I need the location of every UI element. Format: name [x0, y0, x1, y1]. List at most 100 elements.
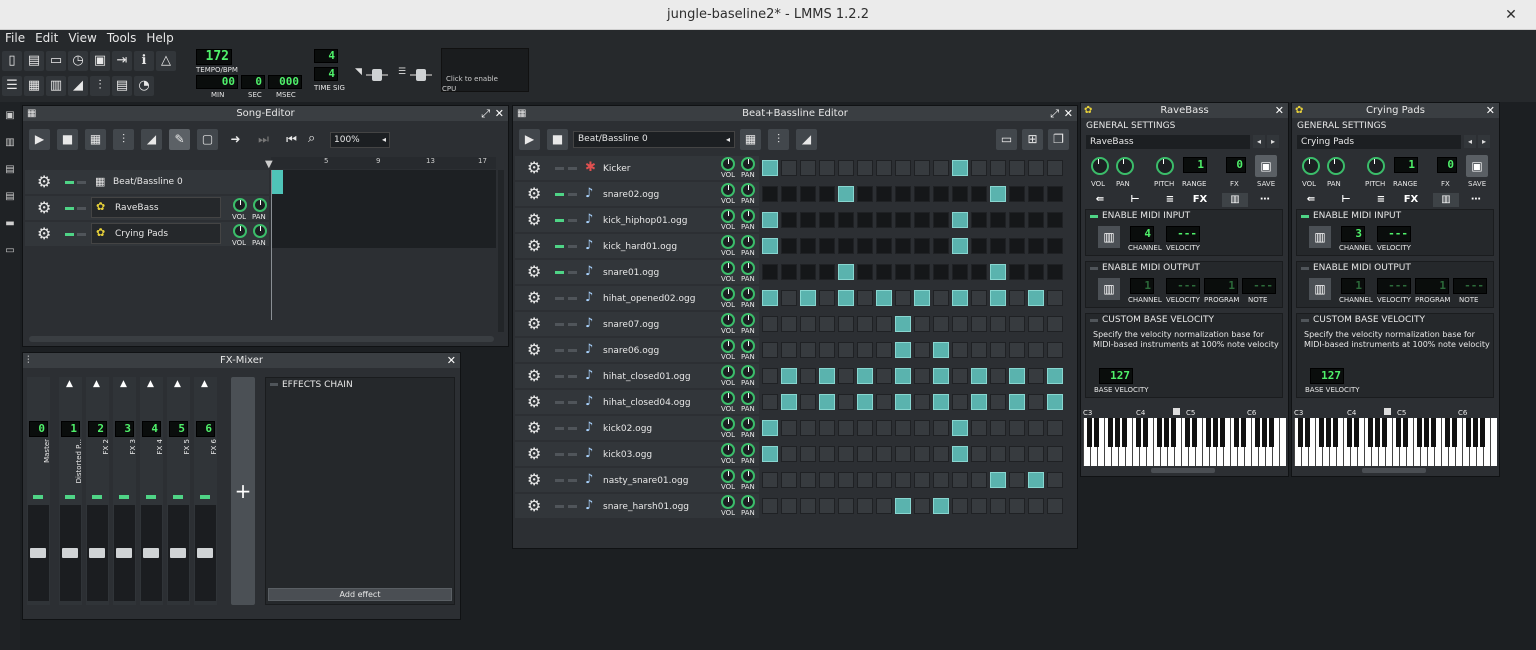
step-button[interactable]	[1047, 264, 1063, 280]
my-computer-icon[interactable]: ▭	[3, 245, 17, 257]
track-gear-icon[interactable]: ⚙	[527, 472, 541, 488]
step-button[interactable]	[1009, 238, 1025, 254]
step-button[interactable]	[914, 498, 930, 514]
step-button[interactable]	[895, 498, 911, 514]
channel-mute-led[interactable]	[92, 495, 102, 499]
fader-handle[interactable]	[89, 548, 105, 558]
step-button[interactable]	[838, 160, 854, 176]
pan-knob[interactable]	[253, 198, 267, 212]
step-button[interactable]	[971, 394, 987, 410]
solo-led[interactable]	[568, 479, 577, 482]
midi-input-led[interactable]	[1301, 215, 1309, 218]
piano-scrollbar[interactable]	[1151, 468, 1215, 473]
midi-keyboard-icon[interactable]: ▥	[1098, 226, 1120, 248]
fader-handle[interactable]	[143, 548, 159, 558]
step-button[interactable]	[876, 342, 892, 358]
step-button[interactable]	[971, 342, 987, 358]
cpu-meter[interactable]: Click to enable CPU	[441, 48, 529, 93]
step-button[interactable]	[1047, 160, 1063, 176]
black-key[interactable]	[1305, 418, 1310, 447]
step-button[interactable]	[933, 368, 949, 384]
add-automation-track-button[interactable]: ◢	[141, 129, 162, 150]
mute-led[interactable]	[555, 271, 564, 274]
pan-knob[interactable]	[741, 417, 755, 431]
track-name[interactable]: kick_hiphop01.ogg	[603, 216, 687, 226]
effects-chain-led[interactable]	[270, 383, 278, 386]
save-preset-button[interactable]: ▣	[1466, 155, 1488, 177]
solo-led[interactable]	[568, 453, 577, 456]
draw-mode-button[interactable]: ✎	[169, 129, 190, 150]
step-button[interactable]	[1047, 342, 1063, 358]
step-button[interactable]	[800, 238, 816, 254]
solo-led[interactable]	[568, 505, 577, 508]
pan-knob[interactable]	[1327, 157, 1345, 175]
send-arrow-icon[interactable]: ▲	[174, 379, 181, 389]
window-close-icon[interactable]: ✕	[1502, 6, 1520, 24]
black-key[interactable]	[1115, 418, 1120, 447]
close-icon[interactable]: ✕	[1486, 103, 1495, 118]
black-key[interactable]	[1424, 418, 1429, 447]
step-button[interactable]	[762, 316, 778, 332]
step-button[interactable]	[819, 316, 835, 332]
step-button[interactable]	[1047, 186, 1063, 202]
envelope-tab-icon[interactable]: ⇚	[1298, 193, 1324, 207]
step-button[interactable]	[990, 264, 1006, 280]
volume-knob[interactable]	[721, 391, 735, 405]
pan-knob[interactable]	[741, 313, 755, 327]
step-button[interactable]	[952, 212, 968, 228]
fader-handle[interactable]	[116, 548, 132, 558]
step-button[interactable]	[838, 238, 854, 254]
step-button[interactable]	[838, 368, 854, 384]
step-button[interactable]	[800, 446, 816, 462]
step-button[interactable]	[990, 498, 1006, 514]
step-button[interactable]	[952, 368, 968, 384]
step-button[interactable]	[895, 394, 911, 410]
step-button[interactable]	[857, 186, 873, 202]
piano-roll-icon[interactable]: ▥	[46, 76, 66, 96]
prev-preset-icon[interactable]: ◂	[1253, 135, 1265, 148]
step-button[interactable]	[933, 264, 949, 280]
black-key[interactable]	[1417, 418, 1422, 447]
step-button[interactable]	[952, 394, 968, 410]
step-button[interactable]	[990, 472, 1006, 488]
step-button[interactable]	[838, 420, 854, 436]
remove-steps-button[interactable]: ▭	[996, 129, 1017, 150]
beat-bassline-icon[interactable]: ▦	[24, 76, 44, 96]
menu-tools[interactable]: Tools	[102, 30, 142, 47]
step-button[interactable]	[838, 498, 854, 514]
step-button[interactable]	[800, 264, 816, 280]
step-button[interactable]	[933, 342, 949, 358]
black-key[interactable]	[1108, 418, 1113, 447]
black-key[interactable]	[1396, 418, 1401, 447]
menu-view[interactable]: View	[63, 30, 101, 47]
timesig-numerator[interactable]: 4	[314, 49, 338, 63]
midi-output-channel-lcd[interactable]: 1	[1130, 278, 1154, 294]
step-button[interactable]	[933, 290, 949, 306]
step-button[interactable]	[933, 212, 949, 228]
step-button[interactable]	[990, 160, 1006, 176]
midi-keyboard-icon[interactable]: ▥	[1098, 278, 1120, 300]
step-button[interactable]	[914, 368, 930, 384]
solo-led[interactable]	[568, 375, 577, 378]
playhead-icon[interactable]: ▼	[265, 159, 273, 170]
timesig-denominator[interactable]: 4	[314, 67, 338, 81]
select-mode-button[interactable]: ▢	[197, 129, 218, 150]
step-button[interactable]	[1028, 316, 1044, 332]
midi-output-channel-lcd[interactable]: 1	[1341, 278, 1365, 294]
envelope-tab-icon[interactable]: ⇚	[1087, 193, 1113, 207]
master-pitch-slider[interactable]	[416, 69, 426, 81]
step-button[interactable]	[819, 238, 835, 254]
step-button[interactable]	[1028, 472, 1044, 488]
track-name[interactable]: Kicker	[603, 164, 630, 174]
step-button[interactable]	[990, 212, 1006, 228]
step-button[interactable]	[800, 394, 816, 410]
step-button[interactable]	[990, 420, 1006, 436]
chord-tab-icon[interactable]: ≡	[1368, 193, 1394, 207]
controller-rack-icon[interactable]: ◔	[134, 76, 154, 96]
step-button[interactable]	[762, 290, 778, 306]
step-button[interactable]	[876, 212, 892, 228]
track-gear-icon[interactable]: ⚙	[527, 186, 541, 202]
solo-led[interactable]	[568, 245, 577, 248]
custom-velocity-led[interactable]	[1301, 319, 1309, 322]
channel-mute-led[interactable]	[119, 495, 129, 499]
